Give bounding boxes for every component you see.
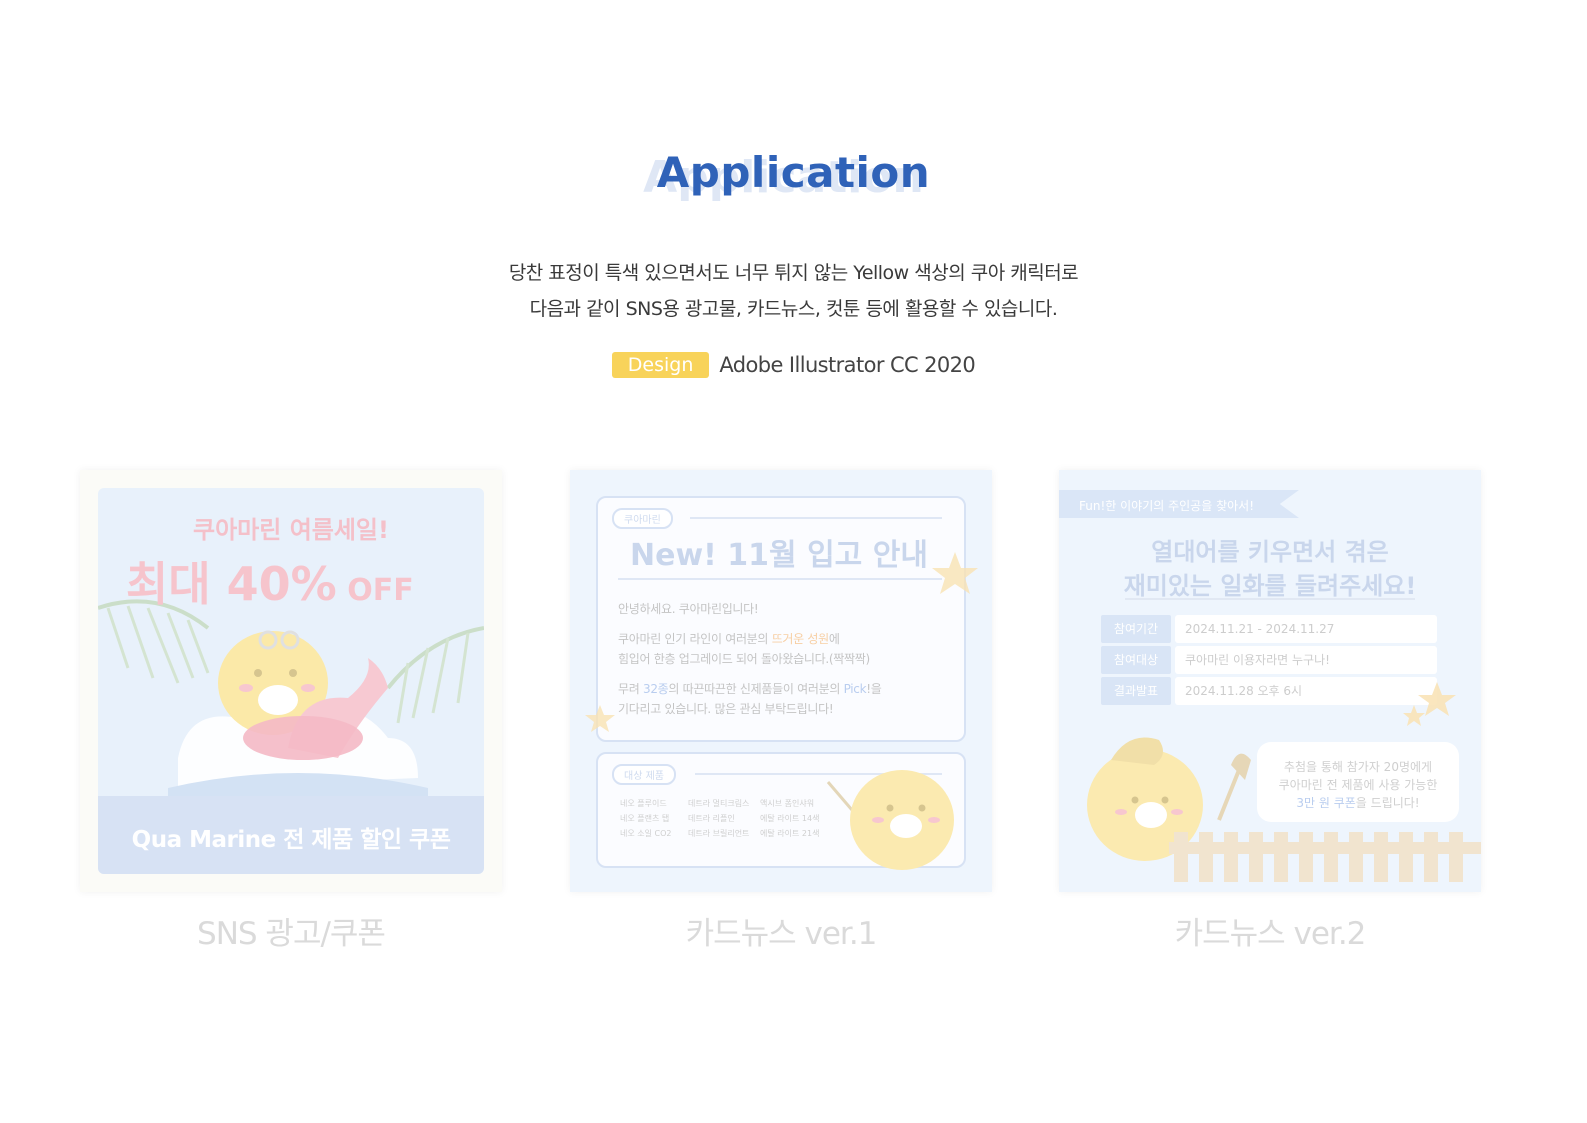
discount-suffix: OFF — [336, 573, 414, 608]
section-header: Application Application — [0, 148, 1587, 208]
card-news-v2[interactable]: Fun!한 이야기의 주인공을 찾아서! 열대어를 키우면서 겪은 재미있는 일… — [1059, 470, 1481, 892]
discount-text: 최대 40% OFF — [126, 548, 414, 614]
description-line-1: 당찬 표정이 특색 있으면서도 너무 튀지 않는 Yellow 색상의 쿠아 캐… — [508, 262, 1079, 284]
tool-name: Adobe Illustrator CC 2020 — [719, 353, 976, 377]
card2-character — [826, 770, 954, 870]
caption-sns-coupon: SNS 광고/쿠폰 — [197, 916, 386, 952]
bubble-line-1: 추첨을 통해 참가자 20명에게 — [1283, 760, 1433, 774]
page-title: Application — [656, 148, 931, 197]
qua-character-icon — [826, 770, 954, 870]
card-sns-coupon[interactable]: 쿠아마린 여름세일! 최대 40% OFF Qua Marine 전 제품 할인… — [80, 470, 502, 892]
palm-leaf-right-icon — [386, 626, 484, 724]
star-icon — [1403, 705, 1425, 726]
coupon-banner: Qua Marine 전 제품 할인 쿠폰 — [98, 796, 484, 874]
tool-info: Design Adobe Illustrator CC 2020 — [0, 352, 1587, 378]
shovel-icon — [1217, 753, 1251, 821]
coupon-headline: 쿠아마린 여름세일! — [193, 516, 389, 544]
card-news-v1[interactable]: 쿠아마린 New! 11월 입고 안내 안녕하세요. 쿠아마린입니다! 쿠아마린… — [570, 470, 992, 892]
caption-news-v2: 카드뉴스 ver.2 — [1174, 916, 1367, 952]
speech-bubble: 추첨을 통해 참가자 20명에게 쿠아마린 전 제품에 사용 가능한 3만 원 … — [1257, 742, 1459, 822]
bubble-line-3: 3만 원 쿠폰을 드립니다! — [1296, 796, 1420, 810]
fence-icon — [1169, 832, 1481, 882]
bubble-line-2: 쿠아마린 전 제품에 사용 가능한 — [1278, 778, 1438, 792]
coupon-inner: 쿠아마린 여름세일! 최대 40% OFF Qua Marine 전 제품 할인… — [98, 488, 484, 874]
caption-news-v1: 카드뉴스 ver.1 — [685, 916, 878, 952]
design-badge: Design — [611, 352, 710, 378]
coupon-banner-text: Qua Marine 전 제품 할인 쿠폰 — [131, 827, 451, 853]
description-line-2: 다음과 같이 SNS용 광고물, 카드뉴스, 컷툰 등에 활용할 수 있습니다. — [529, 298, 1058, 320]
discount-value: 40% — [226, 557, 337, 611]
description: 당찬 표정이 특색 있으면서도 너무 튀지 않는 Yellow 색상의 쿠아 캐… — [0, 255, 1587, 327]
card3-decor — [1087, 682, 1481, 882]
discount-prefix: 최대 — [126, 557, 227, 611]
star-icon — [1418, 682, 1456, 716]
